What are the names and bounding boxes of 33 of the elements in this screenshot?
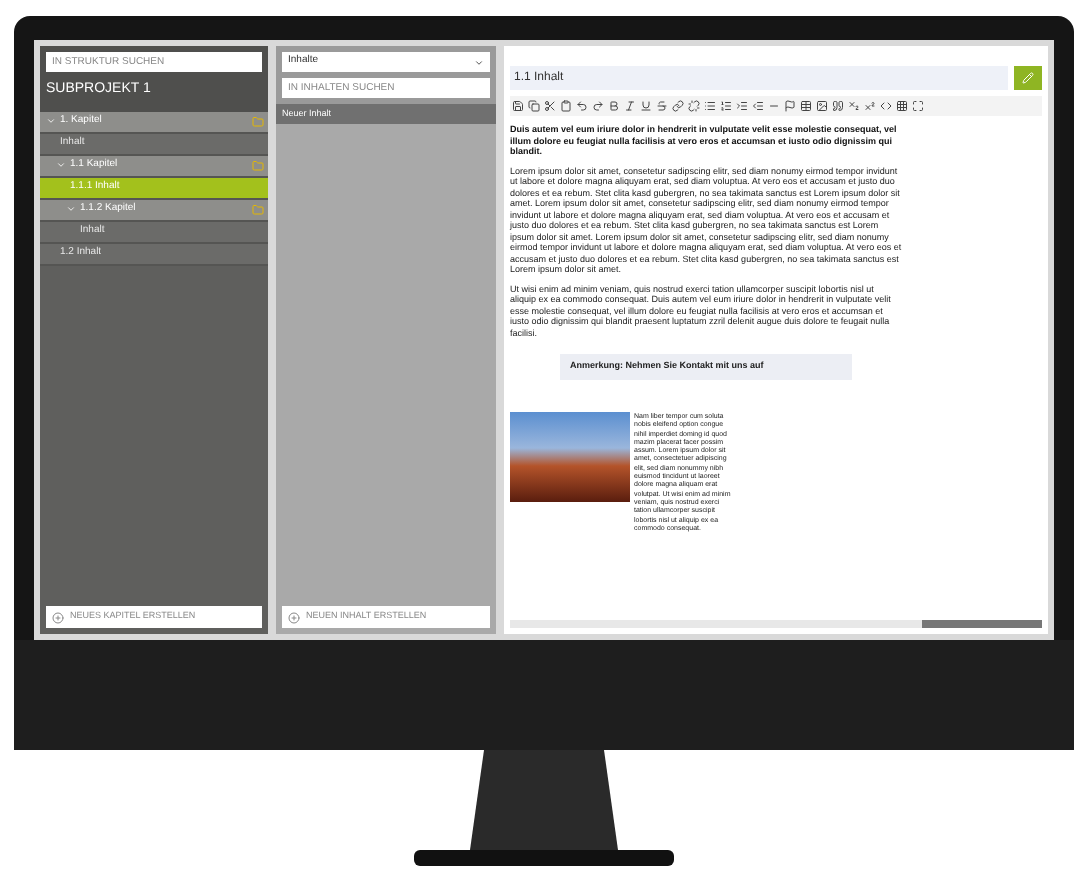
- folder-icon: [252, 203, 264, 215]
- cut-icon[interactable]: [544, 100, 556, 112]
- flag-icon[interactable]: [784, 100, 796, 112]
- save-icon[interactable]: [512, 100, 524, 112]
- subscript-icon[interactable]: [848, 100, 860, 112]
- plus-icon: [288, 611, 300, 623]
- unlink-icon[interactable]: [688, 100, 700, 112]
- code-icon[interactable]: [880, 100, 892, 112]
- strikethrough-icon[interactable]: [656, 100, 668, 112]
- grid-icon[interactable]: [896, 100, 908, 112]
- quote-icon[interactable]: [832, 100, 844, 112]
- photo-placeholder: [510, 412, 630, 502]
- image-icon[interactable]: [816, 100, 828, 112]
- pencil-icon: [1022, 72, 1034, 84]
- scrollbar-thumb: [922, 620, 1042, 628]
- copy-icon[interactable]: [528, 100, 540, 112]
- link-icon[interactable]: [672, 100, 684, 112]
- indent-icon[interactable]: [736, 100, 748, 112]
- superscript-icon[interactable]: [864, 100, 876, 112]
- caret-icon: [474, 57, 484, 67]
- numbered-list-icon[interactable]: [720, 100, 732, 112]
- folder-icon: [252, 159, 264, 171]
- outdent-icon[interactable]: [752, 100, 764, 112]
- underline-icon[interactable]: [640, 100, 652, 112]
- table-icon[interactable]: [800, 100, 812, 112]
- paste-icon[interactable]: [560, 100, 572, 112]
- italic-icon[interactable]: [624, 100, 636, 112]
- bold-icon[interactable]: [608, 100, 620, 112]
- plus-icon: [52, 611, 64, 623]
- bullet-list-icon[interactable]: [704, 100, 716, 112]
- folder-icon: [252, 115, 264, 127]
- redo-icon[interactable]: [592, 100, 604, 112]
- undo-icon[interactable]: [576, 100, 588, 112]
